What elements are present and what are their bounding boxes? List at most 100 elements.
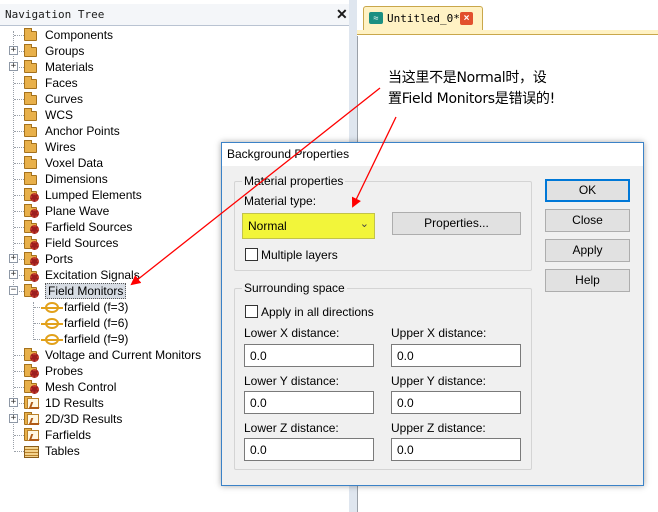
tab-label: Untitled_0* [387,12,460,25]
gear-folder-icon [24,220,40,234]
apply-all-directions-label: Apply in all directions [261,305,374,319]
tab-untitled[interactable]: ≈ Untitled_0* × [363,6,483,30]
tree-item[interactable]: + Materials [0,59,340,75]
properties-button[interactable]: Properties... [392,212,521,235]
multiple-layers-label: Multiple layers [261,248,338,262]
tree-connector [14,243,24,244]
dialog-title-bar[interactable]: Background Properties [222,143,643,166]
upper-z-input[interactable]: 0.0 [391,438,521,461]
expand-icon[interactable]: + [9,414,18,423]
farfield-icon [41,332,63,346]
lower-x-label: Lower X distance: [244,326,340,340]
tree-item[interactable]: Components [0,27,340,43]
folder-icon [24,76,40,90]
tree-connector [14,435,24,436]
gear-folder-icon [24,348,40,362]
folder-icon [24,124,40,138]
expand-icon[interactable]: + [9,270,18,279]
farfield-icon [41,316,63,330]
surrounding-space-legend: Surrounding space [242,281,347,295]
folder-icon [24,108,40,122]
tree-item[interactable]: Faces [0,75,340,91]
tab-close-icon[interactable]: × [460,12,473,25]
tree-connector [14,115,24,116]
folder-icon [24,92,40,106]
expand-icon[interactable]: + [9,46,18,55]
material-type-select[interactable]: Normal ⌄ [242,213,375,239]
tree-item[interactable]: + Groups [0,43,340,59]
tree-item-label: Ports [45,252,74,266]
tree-item-label: Farfields [45,428,92,442]
tree-item-label: Lumped Elements [45,188,142,202]
lower-y-label: Lower Y distance: [244,374,339,388]
tree-item[interactable]: WCS [0,107,340,123]
annotation-line-2: 置Field Monitors是错误的! [388,91,555,107]
lower-y-input[interactable]: 0.0 [244,391,374,414]
ok-button[interactable]: OK [545,179,630,202]
material-properties-legend: Material properties [242,174,346,188]
expand-icon[interactable]: + [9,254,18,263]
tables-icon [24,444,40,458]
tree-item[interactable]: Anchor Points [0,123,340,139]
close-button[interactable]: Close [545,209,630,232]
tree-connector [14,35,24,36]
gear-folder-icon [24,364,40,378]
tab-strip [357,30,658,35]
tree-connector [14,355,24,356]
tree-item-label: Excitation Signals [45,268,140,282]
plot-folder-icon [24,412,40,426]
multiple-layers-checkbox[interactable] [245,248,258,261]
material-type-label: Material type: [244,194,317,208]
lower-z-input[interactable]: 0.0 [244,438,374,461]
lower-x-input[interactable]: 0.0 [244,344,374,367]
upper-y-input[interactable]: 0.0 [391,391,521,414]
upper-z-label: Upper Z distance: [391,421,486,435]
collapse-icon[interactable]: − [9,286,18,295]
folder-icon [24,172,40,186]
plot-folder-icon [24,428,40,442]
tree-item-label: Components [45,28,114,42]
material-type-value: Normal [248,219,287,233]
folder-icon [24,60,40,74]
tree-item-label: Tables [45,444,80,458]
tree-item-label: Plane Wave [45,204,110,218]
tree-child-label: farfield (f=6) [64,316,129,330]
tree-item-label: Mesh Control [45,380,117,394]
cst-project-icon: ≈ [369,12,383,24]
gear-folder-icon [24,380,40,394]
navigation-tree-title: Navigation Tree [5,8,105,21]
gear-folder-icon [24,268,40,282]
tree-item-label: 2D/3D Results [45,412,123,426]
navigation-tree-header: Navigation Tree ✕ [0,4,350,26]
gear-folder-icon [24,236,40,250]
folder-icon [24,140,40,154]
expand-icon[interactable]: + [9,62,18,71]
tree-item-label: Faces [45,76,78,90]
tree-connector [14,371,24,372]
gear-folder-icon [24,252,40,266]
tree-item-label: 1D Results [45,396,104,410]
dialog-title: Background Properties [227,147,350,161]
tree-connector [14,147,24,148]
tree-connector [14,227,24,228]
upper-x-input[interactable]: 0.0 [391,344,521,367]
tree-item-label: Wires [45,140,76,154]
tree-item-label: Probes [45,364,84,378]
apply-button[interactable]: Apply [545,239,630,262]
folder-icon [24,28,40,42]
gear-folder-icon [24,284,40,298]
tree-connector [14,179,24,180]
help-button[interactable]: Help [545,269,630,292]
apply-all-directions-checkbox[interactable] [245,305,258,318]
tree-connector [14,99,24,100]
close-icon[interactable]: ✕ [336,6,348,22]
tree-connector [14,83,24,84]
upper-y-label: Upper Y distance: [391,374,486,388]
expand-icon[interactable]: + [9,398,18,407]
tree-connector [14,387,24,388]
tree-item[interactable]: Curves [0,91,340,107]
gear-folder-icon [24,188,40,202]
tree-item-label: Dimensions [45,172,108,186]
background-properties-dialog: Background Properties Material propertie… [221,142,644,486]
tree-child-label: farfield (f=9) [64,332,129,346]
